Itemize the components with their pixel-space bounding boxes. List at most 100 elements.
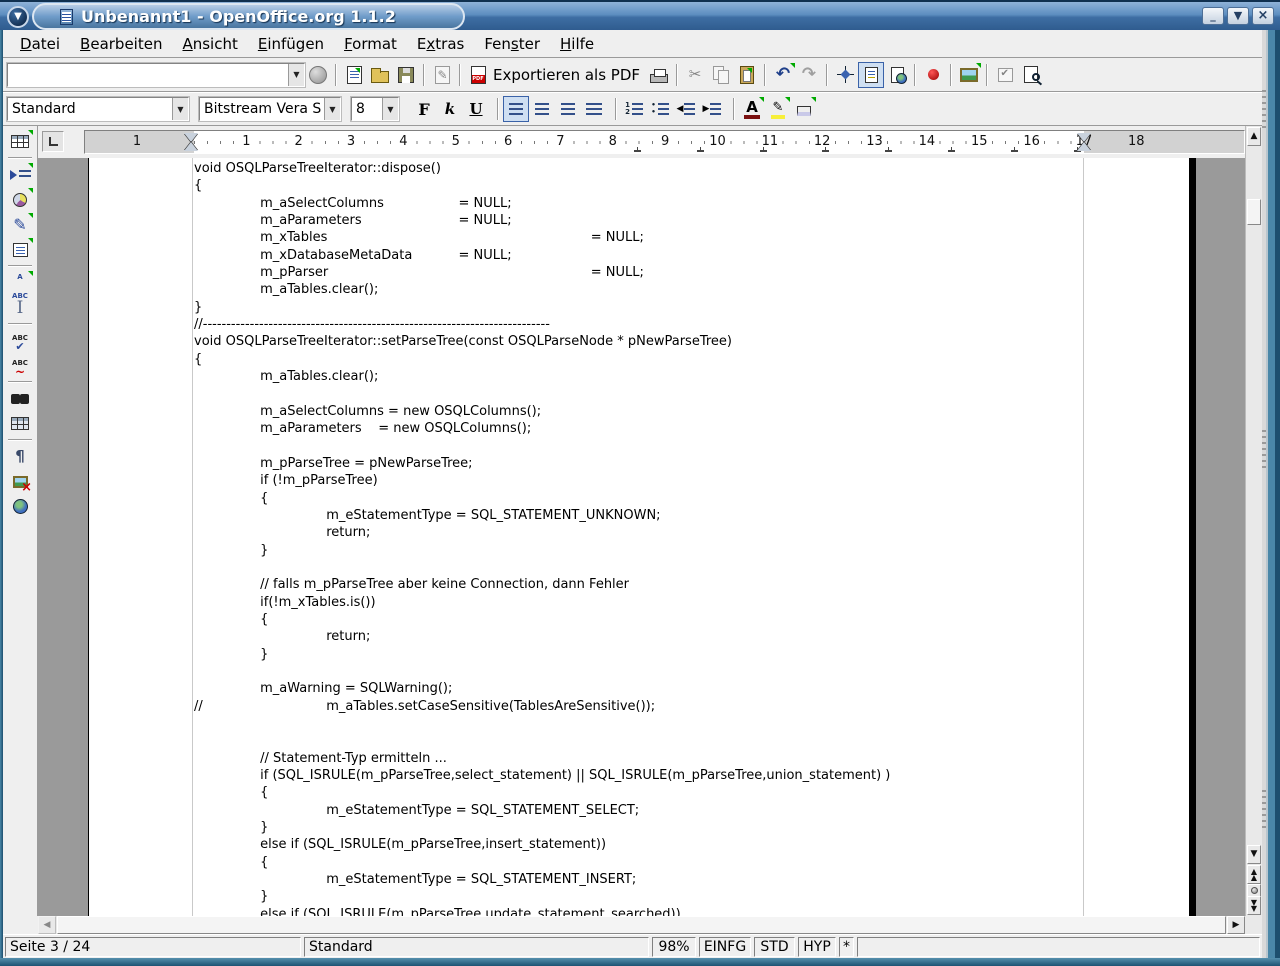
menu-ansicht[interactable]: Ansicht [172,32,247,56]
vertical-scrollbar[interactable]: ▲ ▼ ▲▲ ▼▼ [1245,126,1262,916]
scroll-up-button[interactable]: ▲ [1247,127,1261,146]
menu-hilfe[interactable]: Hilfe [550,32,604,56]
toolbar-separator [423,64,425,86]
menu-fenster[interactable]: Fenster [474,32,550,56]
align-right-button[interactable] [555,96,581,122]
copy-button[interactable] [708,62,734,88]
align-left-button[interactable] [503,96,529,122]
url-dropdown-button[interactable]: ▼ [288,64,304,86]
edit-autotext-button[interactable]: AABC [6,270,34,295]
draw-functions-button[interactable]: ✎ [6,212,34,237]
auto-spellcheck-icon: ABC ~ [12,356,28,376]
open-button[interactable] [367,62,393,88]
next-page-button[interactable]: ▼▼ [1247,896,1261,915]
status-page-number[interactable]: Seite 3 / 24 [5,937,301,957]
status-zoom[interactable]: 98% [652,937,696,957]
redo-button[interactable]: ↷ [796,62,822,88]
maximize-button[interactable]: ▼ [1227,7,1249,25]
url-combobox[interactable]: ▼ [7,63,305,87]
graphics-on-off-button[interactable]: × [6,469,34,494]
export-pdf-label[interactable]: Exportieren als PDF [493,66,640,84]
font-size-value: 8 [352,101,369,117]
direct-cursor-button[interactable]: I [6,295,34,320]
url-input[interactable] [8,64,304,86]
data-sources-button[interactable] [6,411,34,436]
edit-file-button[interactable]: ✎ [429,62,455,88]
title-bar[interactable]: ▼ Unbenannt1 - OpenOffice.org 1.1.2 _ ▼ … [0,0,1280,30]
window-menu-button[interactable]: ▼ [7,6,29,28]
ruler-number: 15 [969,134,990,149]
document-view[interactable]: void OSQLParseTreeIterator::dispose() { … [38,158,1245,916]
undo-button[interactable]: ↶ [770,62,796,88]
italic-button[interactable]: k [437,96,463,122]
cut-button[interactable]: ✂ [682,62,708,88]
close-button[interactable]: × [1252,7,1274,25]
vertical-scrollbar-thumb[interactable] [1247,199,1261,225]
new-document-button[interactable] [341,62,367,88]
spellcheck-button[interactable]: ABC ✔ [6,328,34,353]
underline-button[interactable]: U [463,96,489,122]
minimize-button[interactable]: _ [1202,7,1224,25]
previous-page-button[interactable]: ▲▲ [1247,865,1261,884]
stylist-button[interactable] [858,62,884,88]
print-button[interactable] [646,62,672,88]
menu-format[interactable]: Format [334,32,407,56]
paragraph-style-combobox[interactable]: Standard ▼ [7,97,189,121]
double-arrow-up-icon: ▲▲ [1251,869,1257,881]
horizontal-ruler[interactable]: 1123456789101112131415161718 [84,130,1245,154]
background-color-button[interactable] [791,96,817,122]
tab-type-selector[interactable] [42,131,64,152]
font-dropdown-button[interactable]: ▼ [324,98,340,120]
zoom-page-button[interactable] [1018,62,1044,88]
document-page[interactable]: void OSQLParseTreeIterator::dispose() { … [88,158,1190,916]
bullet-list-button[interactable]: •• [647,96,673,122]
font-size-combobox[interactable]: 8 ▼ [351,97,399,121]
nonprinting-characters-button[interactable]: ¶ [6,444,34,469]
hyperlink-dialog-button[interactable] [884,62,910,88]
find-replace-button[interactable] [6,386,34,411]
insert-table-button[interactable] [6,129,34,154]
font-color-button[interactable]: A [739,96,765,122]
menu-extras[interactable]: Extras [407,32,474,56]
online-layout-button[interactable] [6,494,34,519]
menu-bearbeiten[interactable]: Bearbeiten [70,32,172,56]
navigator-button[interactable] [832,62,858,88]
numbered-list-button[interactable]: 12 [621,96,647,122]
menu-einfuegen[interactable]: Einfügen [248,32,334,56]
status-hyperlink-mode[interactable]: HYP [798,937,836,957]
font-name-combobox[interactable]: Bitstream Vera S ▼ [199,97,341,121]
scroll-right-button[interactable]: ▶ [1227,916,1245,934]
highlighting-button[interactable]: ✎ [765,96,791,122]
status-modified-flag[interactable]: * [839,937,854,957]
paste-button[interactable] [734,62,760,88]
horizontal-scrollbar-thumb[interactable] [57,916,1226,934]
record-macro-button[interactable] [920,62,946,88]
horizontal-scrollbar[interactable]: ◀ ▶ [38,916,1245,934]
scroll-down-button[interactable]: ▼ [1247,845,1261,864]
stop-loading-button[interactable] [305,62,331,88]
status-page-style[interactable]: Standard [304,937,649,957]
export-pdf-button[interactable]: PDF [465,62,491,88]
scroll-left-button[interactable]: ◀ [38,916,56,934]
menu-datei[interactable]: Datei [10,32,70,56]
save-button[interactable] [393,62,419,88]
decrease-indent-button[interactable]: ◀ [673,96,699,122]
bold-button[interactable]: F [411,96,437,122]
form-functions-button[interactable] [6,237,34,262]
status-insert-mode[interactable]: EINFG [699,937,751,957]
increase-indent-button[interactable]: ▶ [699,96,725,122]
size-dropdown-button[interactable]: ▼ [382,98,398,120]
insert-note-button[interactable]: ✔ [992,62,1018,88]
highlighting-icon: ✎ [771,100,786,119]
status-selection-mode[interactable]: STD [754,937,795,957]
align-justify-button[interactable] [581,96,607,122]
auto-spellcheck-button[interactable]: ABC ~ [6,353,34,378]
align-center-icon [535,103,549,116]
style-dropdown-button[interactable]: ▼ [172,98,188,120]
maximize-icon: ▼ [1234,9,1242,22]
document-text[interactable]: void OSQLParseTreeIterator::dispose() { … [194,160,1083,916]
gallery-button[interactable] [956,62,982,88]
insert-fields-button[interactable] [6,162,34,187]
insert-object-button[interactable] [6,187,34,212]
align-center-button[interactable] [529,96,555,122]
